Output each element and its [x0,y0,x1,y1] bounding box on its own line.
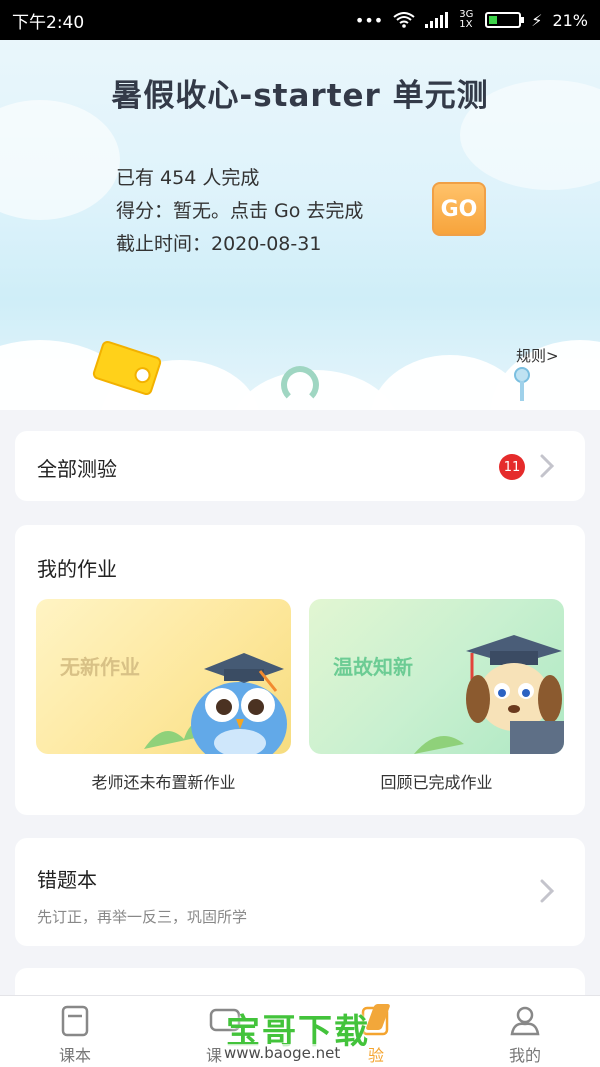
pin-icon [514,367,530,401]
no-new-homework-tile[interactable]: 无新作业 [36,599,291,754]
score-text: 得分：暂无。点击 Go 去完成 [116,200,364,222]
dog-graduate-icon [414,635,564,754]
wrong-book-card[interactable]: 错题本 先订正，再举一反三，巩固所学 [15,838,585,946]
battery-icon [485,12,525,28]
homework-title: 我的作业 [37,557,117,581]
network-type: 3G 1X [459,9,474,30]
ring-icon [281,366,319,404]
go-button[interactable]: GO [432,182,486,236]
rules-link[interactable]: 规则> [516,345,559,366]
book-icon [61,1005,89,1037]
tab-label: 课本 [58,1046,91,1065]
status-icons: ••• 3G 1X ⚡ 21% [355,10,588,30]
tab-textbook[interactable]: 课本 [0,996,150,1067]
owl-graduate-icon [144,653,287,754]
cloud-decoration [0,100,120,220]
status-bar: 下午2:40 ••• 3G 1X ⚡ 21% [0,0,600,40]
chevron-right-icon [540,454,555,478]
battery-percent: 21% [552,10,588,30]
completed-count: 已有 454 人完成 [116,167,260,189]
wifi-icon [393,12,415,28]
tile-title: 无新作业 [60,655,140,679]
dots-icon: ••• [354,10,384,30]
charging-icon: ⚡ [531,10,543,30]
profile-icon [510,1006,540,1036]
test-title: 暑假收心-starter 单元测 [111,78,489,114]
tab-label: 我的 [508,1046,541,1065]
watermark-url: www.baoge.net [224,1044,341,1062]
test-info: 已有 454 人完成 得分：暂无。点击 Go 去完成 截止时间：2020-08-… [116,162,363,261]
tile-caption: 回顾已完成作业 [380,773,493,792]
status-time: 下午2:40 [12,12,85,33]
hero-banner: 暑假收心-starter 单元测 已有 454 人完成 得分：暂无。点击 Go … [0,40,600,410]
tile-caption: 老师还未布置新作业 [91,773,236,792]
review-homework-tile[interactable]: 温故知新 [309,599,564,754]
signal-icon [425,12,449,28]
my-homework-card: 我的作业 无新作业 老师还未布置新作业 温故知新 回顾已完成作业 [15,525,585,815]
notification-badge: 11 [499,454,525,480]
all-tests-label: 全部测验 [37,457,117,481]
wrong-book-subtitle: 先订正，再举一反三，巩固所学 [37,908,248,926]
chevron-right-icon [540,879,555,903]
all-tests-card[interactable]: 全部测验 11 [15,431,585,501]
tile-title: 温故知新 [333,655,413,679]
tab-mine[interactable]: 我的 [450,996,600,1067]
deadline-text: 截止时间：2020-08-31 [116,233,322,255]
watermark: 宝哥下载 www.baoge.net [220,1000,391,1066]
wrong-book-title: 错题本 [37,868,97,892]
